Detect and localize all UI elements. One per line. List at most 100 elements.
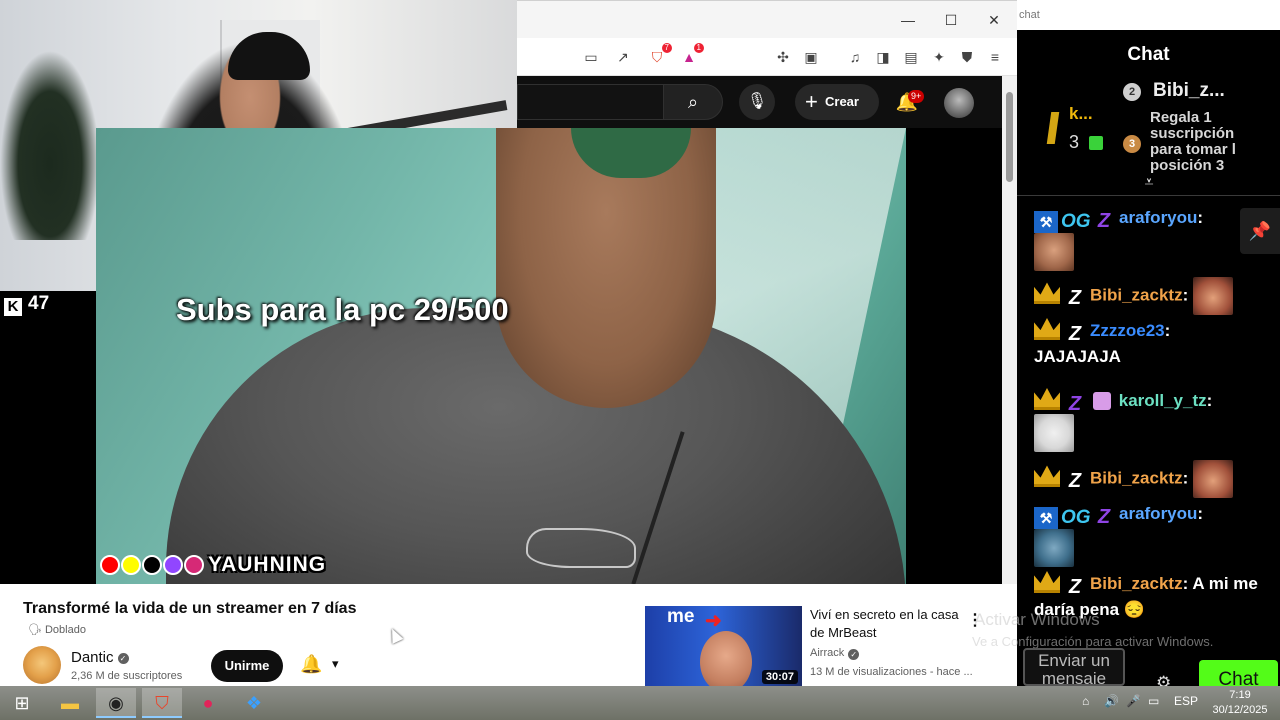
chat-header: Chat bbox=[1127, 44, 1170, 65]
search-icon: ⌕ bbox=[687, 92, 699, 112]
video-player[interactable] bbox=[96, 128, 906, 584]
app-icon[interactable]: ● bbox=[188, 688, 228, 718]
volume-icon[interactable]: 🔊 bbox=[1104, 694, 1119, 708]
share-icon[interactable]: ↗ bbox=[613, 47, 633, 67]
notifications-badge: 9+ bbox=[908, 90, 925, 103]
og-badge-icon: OG bbox=[1061, 507, 1091, 528]
chat-text: JAJAJAJA bbox=[1034, 347, 1121, 366]
brave-shield-icon[interactable]: ⛉ 7 bbox=[647, 43, 672, 67]
close-button[interactable]: ✕ bbox=[979, 9, 1009, 31]
windows-taskbar: ⊞ ▬ ◉ ⛉ ● ❖ ⌂ 🔊 🎤 ▭ ESP 7:19 30/12/2025 bbox=[0, 686, 1280, 720]
chat-emote bbox=[1034, 233, 1074, 271]
subscription-bell-icon[interactable]: 🔔 bbox=[300, 654, 322, 675]
brave-browser-icon[interactable]: ⛉ bbox=[142, 688, 182, 718]
screen: — ☐ ✕ ▭ ↗ ⛉ 7 ▲ 1 ✣ ▣ ♫ ◨ ▤ ✦ ⛊ ≡ ⌕ 🎙 + Cre… bbox=[0, 0, 1280, 720]
gift-badge-icon bbox=[1093, 392, 1111, 410]
chat-panel: chat Chat k... 3 2 Bibi_z... 3 Regala 1 … bbox=[1017, 0, 1280, 686]
reader-icon[interactable]: ▣ bbox=[801, 47, 821, 67]
z-badge-icon: Z bbox=[1097, 506, 1111, 528]
windows-activation-subtitle: Ve a Configuración para activar Windows. bbox=[972, 634, 1214, 649]
page-scrollbar[interactable] bbox=[1002, 76, 1017, 584]
social-handle-overlay: YAUHNING bbox=[100, 551, 326, 579]
recommended-thumbnail[interactable]: me ➜ 30:07 bbox=[645, 606, 802, 688]
chevron-down-icon[interactable]: ▾ bbox=[332, 656, 339, 672]
rewards-icon[interactable]: ▲ 1 bbox=[679, 43, 704, 67]
wallet-icon[interactable]: ▤ bbox=[901, 47, 921, 67]
dubbed-text: Doblado bbox=[44, 624, 86, 636]
obs-icon[interactable]: ◉ bbox=[96, 688, 136, 718]
create-label: Crear bbox=[825, 94, 859, 109]
notifications-button[interactable]: 🔔 9+ bbox=[894, 88, 925, 116]
z-badge-icon: Z bbox=[1068, 576, 1082, 598]
crown-badge-icon bbox=[1034, 465, 1060, 488]
create-button[interactable]: + Crear bbox=[795, 84, 879, 120]
verified-icon: ✓ bbox=[848, 649, 860, 660]
recommended-title[interactable]: Viví en secreto en la casa de MrBeast bbox=[810, 606, 960, 642]
menu-icon[interactable]: ≡ bbox=[985, 47, 1005, 67]
chat-username[interactable]: Zzzzoe23 bbox=[1090, 321, 1165, 340]
snapchat-social-icon bbox=[121, 555, 141, 575]
video-letterbox-right bbox=[906, 128, 1002, 584]
chat-message: Z Bibi_zacktz: bbox=[1034, 460, 1264, 498]
collapse-icon[interactable]: ⩡ bbox=[1137, 174, 1161, 194]
twitch-social-icon bbox=[163, 555, 183, 575]
recommended-channel[interactable]: Airrack ✓ bbox=[810, 647, 860, 660]
chat-username[interactable]: Bibi_zacktz bbox=[1090, 468, 1183, 487]
leaderboard-first-name: k... bbox=[1069, 104, 1093, 123]
search-input[interactable] bbox=[517, 84, 663, 120]
network-icon[interactable]: ⌂ bbox=[1082, 694, 1089, 708]
chat-username[interactable]: araforyou bbox=[1119, 504, 1197, 523]
scrollbar-thumb[interactable] bbox=[1006, 92, 1013, 182]
z-badge-icon: Z bbox=[1097, 210, 1111, 232]
voice-search-button[interactable]: 🎙 bbox=[739, 84, 775, 120]
video-duration: 30:07 bbox=[761, 670, 798, 684]
battery-icon[interactable]: ▭ bbox=[1148, 694, 1159, 708]
crown-badge-icon bbox=[1034, 571, 1060, 593]
moderator-badge-icon: ⚒ bbox=[1034, 507, 1058, 529]
mic-tray-icon[interactable]: 🎤 bbox=[1126, 694, 1141, 708]
sidebar-icon[interactable]: ◨ bbox=[873, 47, 893, 67]
gold-sub-icon bbox=[1046, 112, 1060, 144]
leaderboard-third-text: Regala 1 suscripción para tomar l posici… bbox=[1150, 110, 1236, 174]
gift-icon bbox=[1089, 136, 1103, 150]
z-badge-icon: Z bbox=[1068, 323, 1082, 345]
chat-emote bbox=[1193, 460, 1233, 498]
social-handle: YAUHNING bbox=[208, 553, 327, 576]
viewer-count: 47 bbox=[28, 293, 50, 314]
maximize-button[interactable]: ☐ bbox=[936, 9, 966, 31]
chat-username[interactable]: Bibi_zacktz bbox=[1090, 285, 1183, 304]
crown-badge-icon bbox=[1034, 318, 1060, 340]
extensions-icon[interactable]: ✣ bbox=[773, 47, 793, 67]
leo-ai-icon[interactable]: ✦ bbox=[929, 47, 949, 67]
search-button[interactable]: ⌕ bbox=[663, 84, 723, 120]
chat-message: Z Zzzzoe23: JAJAJAJA bbox=[1034, 318, 1264, 370]
channel-name-link[interactable]: Dantic ✓ bbox=[71, 649, 129, 666]
settings-app-icon[interactable]: ❖ bbox=[234, 688, 274, 718]
rank-badge-3: 3 bbox=[1123, 135, 1141, 153]
language-indicator[interactable]: ESP bbox=[1174, 694, 1198, 708]
taskbar-clock[interactable]: 7:19 30/12/2025 bbox=[1204, 688, 1276, 718]
chat-username[interactable]: araforyou bbox=[1119, 208, 1197, 227]
file-explorer-icon[interactable]: ▬ bbox=[50, 688, 90, 718]
vpn-icon[interactable]: ⛊ bbox=[957, 47, 977, 67]
chat-username[interactable]: karoll_y_tz bbox=[1119, 391, 1207, 410]
media-icon[interactable]: ♫ bbox=[845, 47, 865, 67]
account-avatar[interactable] bbox=[944, 88, 974, 118]
video-letterbox-left bbox=[0, 291, 96, 584]
chat-message: Z Bibi_zacktz: bbox=[1034, 277, 1264, 315]
kick-logo-icon: K bbox=[4, 298, 22, 316]
minimize-button[interactable]: — bbox=[893, 9, 923, 31]
channel-avatar[interactable] bbox=[23, 646, 61, 684]
chat-message: Z karoll_y_tz: bbox=[1034, 388, 1264, 452]
chat-message: ⚒ OG Zaraforyou: bbox=[1034, 205, 1264, 271]
video-info: Transformé la vida de un streamer en 7 d… bbox=[0, 584, 1017, 688]
chat-username[interactable]: Bibi_zacktz bbox=[1090, 574, 1183, 593]
moderator-badge-icon: ⚒ bbox=[1034, 211, 1058, 233]
windows-start-icon[interactable]: ⊞ bbox=[2, 688, 42, 718]
join-button[interactable]: Unirme bbox=[211, 650, 283, 682]
chat-url-bar[interactable]: chat bbox=[1017, 0, 1280, 30]
cast-icon[interactable]: ▭ bbox=[581, 47, 601, 67]
chat-message-input[interactable]: Enviar un mensaje bbox=[1023, 648, 1125, 686]
og-badge-icon: OG bbox=[1061, 211, 1091, 232]
viewer-counter: K 47 bbox=[4, 293, 49, 317]
